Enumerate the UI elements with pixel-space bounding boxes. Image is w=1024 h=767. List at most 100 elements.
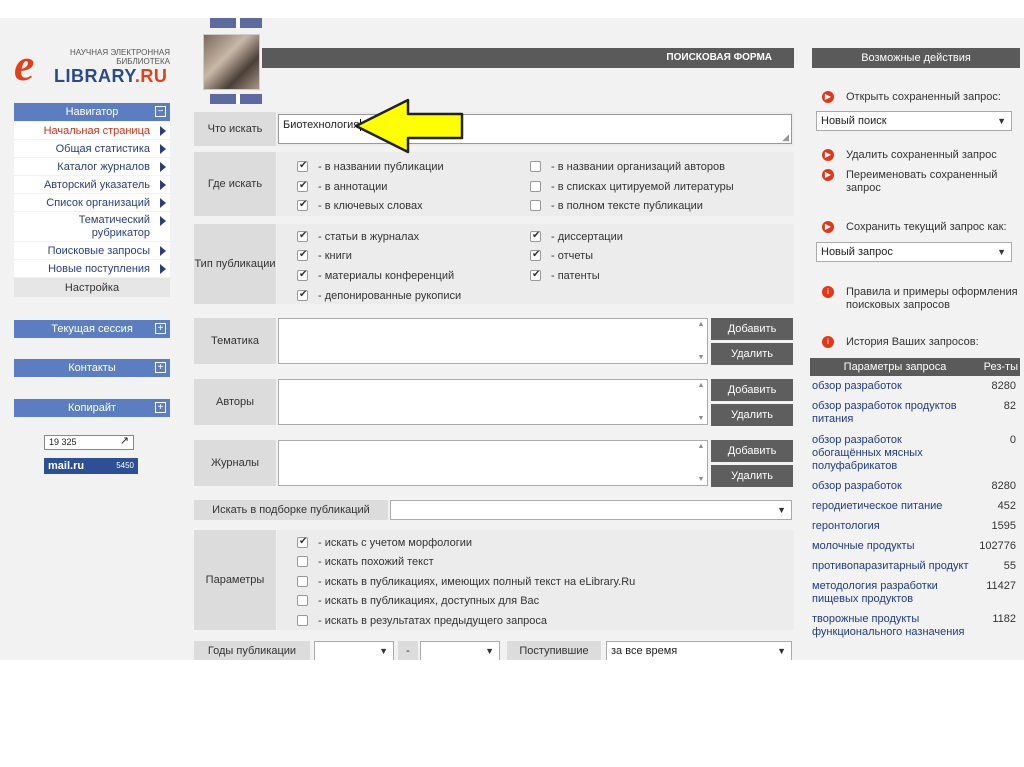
checkbox[interactable]: [297, 595, 308, 606]
history-row[interactable]: молочные продукты 102776: [810, 540, 1020, 553]
expand-icon[interactable]: +: [155, 323, 166, 334]
param-checkbox-previous[interactable]: - искать в результатах предыдущего запро…: [297, 614, 547, 628]
mailru-counter[interactable]: mail.ru 5450: [44, 458, 138, 474]
type-checkbox-manuscripts[interactable]: - депонированные рукописи: [297, 288, 461, 303]
expand-icon[interactable]: +: [155, 402, 166, 413]
save-as-action[interactable]: ▶ Сохранить текущий запрос как:: [822, 221, 1018, 234]
checkbox[interactable]: [530, 248, 541, 262]
checkbox[interactable]: [297, 248, 308, 262]
journals-list[interactable]: ▲ ▼: [278, 440, 708, 486]
nav-item-queries[interactable]: Поисковые запросы: [14, 242, 170, 260]
param-checkbox-morphology[interactable]: - искать с учетом морфологии: [297, 535, 472, 550]
navigator-header[interactable]: Навигатор −: [14, 103, 170, 121]
checkbox[interactable]: [297, 179, 308, 193]
scroll-up-icon[interactable]: ▲: [697, 321, 705, 328]
checkbox[interactable]: [297, 288, 308, 302]
checkbox[interactable]: [530, 229, 541, 243]
resize-grip-icon[interactable]: ◢: [782, 132, 789, 143]
open-saved-select[interactable]: Новый поиск ▼: [816, 111, 1012, 131]
arrow-right-icon: [160, 198, 166, 208]
nav-item-new[interactable]: Новые поступления: [14, 260, 170, 278]
session-header[interactable]: Текущая сессия +: [14, 320, 170, 338]
where-checkbox-fulltext[interactable]: - в полном тексте публикации: [530, 199, 703, 213]
type-checkbox-conferences[interactable]: - материалы конференций: [297, 268, 454, 283]
contacts-header[interactable]: Контакты +: [14, 359, 170, 377]
rename-saved-action[interactable]: ▶ Переименовать сохраненный запрос: [822, 169, 1018, 195]
checkbox[interactable]: [530, 161, 541, 172]
year-to-select[interactable]: ▼: [420, 641, 500, 660]
nav-item-stats[interactable]: Общая статистика: [14, 140, 170, 158]
liveinternet-counter[interactable]: 19 325 ↗: [44, 435, 134, 450]
scroll-down-icon[interactable]: ▼: [697, 476, 705, 483]
checkbox[interactable]: [297, 198, 308, 212]
nav-item-authors[interactable]: Авторский указатель: [14, 176, 170, 194]
elibrary-logo[interactable]: e НАУЧНАЯ ЭЛЕКТРОННАЯ БИБЛИОТЕКА LIBRARY.…: [14, 42, 174, 88]
checkbox[interactable]: [297, 556, 308, 567]
where-label: Где искать: [194, 152, 276, 216]
history-row[interactable]: творожные продукты функционального назна…: [810, 613, 1020, 639]
checkbox[interactable]: [297, 576, 308, 587]
collection-select[interactable]: ▼: [390, 500, 792, 520]
where-checkbox-title[interactable]: - в названии публикации: [297, 159, 444, 174]
history-row[interactable]: геронтология 1595: [810, 520, 1020, 533]
topic-list[interactable]: ▲ ▼: [278, 318, 708, 364]
history-row[interactable]: обзор разработок 8280: [810, 380, 1020, 393]
checkbox[interactable]: [297, 159, 308, 173]
checkbox[interactable]: [297, 535, 308, 549]
where-checkbox-keywords[interactable]: - в ключевых словах: [297, 198, 423, 213]
checkbox[interactable]: [530, 200, 541, 211]
save-as-select[interactable]: Новый запрос ▼: [816, 242, 1012, 262]
authors-remove-button[interactable]: Удалить: [711, 404, 793, 426]
year-from-select[interactable]: ▼: [314, 641, 394, 660]
authors-label: Авторы: [194, 379, 276, 425]
checkbox[interactable]: [297, 229, 308, 243]
checkbox[interactable]: [530, 268, 541, 282]
info-icon: i: [822, 336, 834, 348]
history-row[interactable]: обзор разработок обогащённых мясных полу…: [810, 434, 1020, 473]
where-checkbox-abstract[interactable]: - в аннотации: [297, 179, 387, 194]
copyright-header[interactable]: Копирайт +: [14, 399, 170, 417]
type-checkbox-dissertations[interactable]: - диссертации: [530, 229, 623, 244]
nav-item-home[interactable]: Начальная страница: [14, 122, 170, 140]
param-checkbox-available[interactable]: - искать в публикациях, доступных для Ва…: [297, 594, 539, 608]
history-row[interactable]: противопаразитарный продукт 55: [810, 560, 1020, 573]
param-checkbox-similar[interactable]: - искать похожий текст: [297, 555, 434, 569]
collapse-icon[interactable]: −: [155, 106, 166, 117]
expand-icon[interactable]: +: [155, 362, 166, 373]
delete-saved-action[interactable]: ▶ Удалить сохраненный запрос: [822, 149, 1018, 162]
topic-add-button[interactable]: Добавить: [711, 318, 793, 340]
where-checkbox-refs[interactable]: - в списках цитируемой литературы: [530, 180, 734, 194]
type-checkbox-reports[interactable]: - отчеты: [530, 248, 593, 263]
journals-label: Журналы: [194, 440, 276, 486]
nav-item-settings[interactable]: Настройка: [14, 278, 170, 298]
topic-remove-button[interactable]: Удалить: [711, 343, 793, 365]
history-row[interactable]: обзор разработок продуктов питания 82: [810, 400, 1020, 426]
rules-link[interactable]: i Правила и примеры оформления поисковых …: [822, 286, 1018, 312]
scroll-down-icon[interactable]: ▼: [697, 354, 705, 361]
nav-item-journals[interactable]: Каталог журналов: [14, 158, 170, 176]
history-row[interactable]: геродиетическое питание 452: [810, 500, 1020, 513]
nav-item-organizations[interactable]: Список организаций: [14, 194, 170, 212]
checkbox[interactable]: [297, 615, 308, 626]
checkbox[interactable]: [297, 268, 308, 282]
type-checkbox-articles[interactable]: - статьи в журналах: [297, 229, 419, 244]
type-checkbox-patents[interactable]: - патенты: [530, 268, 600, 283]
journals-add-button[interactable]: Добавить: [711, 440, 793, 462]
authors-list[interactable]: ▲ ▼: [278, 379, 708, 425]
nav-item-rubricator[interactable]: Тематический рубрикатор: [14, 212, 170, 242]
open-saved-action[interactable]: ▶ Открыть сохраненный запрос:: [822, 91, 1018, 104]
authors-add-button[interactable]: Добавить: [711, 379, 793, 401]
scroll-down-icon[interactable]: ▼: [697, 415, 705, 422]
history-row[interactable]: методология разработки пищевых продуктов…: [810, 580, 1020, 606]
yellow-arrow-icon: [354, 98, 464, 154]
param-checkbox-fulltext[interactable]: - искать в публикациях, имеющих полный т…: [297, 575, 635, 589]
checkbox[interactable]: [530, 181, 541, 192]
scroll-up-icon[interactable]: ▲: [697, 443, 705, 450]
type-checkbox-books[interactable]: - книги: [297, 248, 352, 263]
where-checkbox-orgs[interactable]: - в названии организаций авторов: [530, 160, 725, 174]
received-select[interactable]: за все время ▼: [606, 641, 792, 660]
logo-subtitle: НАУЧНАЯ ЭЛЕКТРОННАЯ БИБЛИОТЕКА: [70, 48, 170, 66]
journals-remove-button[interactable]: Удалить: [711, 465, 793, 487]
scroll-up-icon[interactable]: ▲: [697, 382, 705, 389]
history-row[interactable]: обзор разработок 8280: [810, 480, 1020, 493]
